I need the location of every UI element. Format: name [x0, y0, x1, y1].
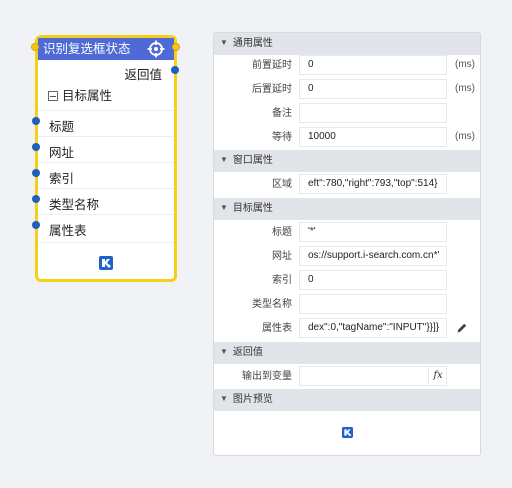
title-port[interactable] — [32, 117, 40, 125]
chevron-down-icon: ▼ — [220, 394, 228, 403]
property-panel: ▼ 通用属性 前置延时 0 (ms) 后置延时 0 (ms) 备注 等待 1000… — [213, 32, 481, 456]
section-return[interactable]: ▼ 返回值 — [214, 342, 480, 364]
output-flow-port[interactable] — [172, 43, 180, 51]
row-label: 类型名称 — [49, 198, 100, 212]
section-window[interactable]: ▼ 窗口属性 — [214, 150, 480, 172]
attr-table-port[interactable] — [32, 221, 40, 229]
node-header[interactable]: 识别复选框状态 — [38, 38, 174, 60]
pre-delay-unit: (ms) — [455, 59, 475, 70]
section-title: 窗口属性 — [232, 155, 273, 166]
minus-box-icon[interactable] — [48, 91, 58, 101]
title-input[interactable]: '*' — [299, 222, 447, 242]
post-delay-unit: (ms) — [455, 83, 475, 94]
index-label: 索引 — [272, 275, 292, 286]
node-row-url[interactable]: 网址 — [38, 136, 174, 162]
type-name-label: 类型名称 — [252, 299, 292, 310]
section-title: 通用属性 — [232, 38, 273, 49]
note-label: 备注 — [272, 108, 292, 119]
url-label: 网址 — [272, 251, 292, 262]
app-logo-icon — [99, 256, 113, 270]
wait-input[interactable]: 10000 — [299, 127, 447, 147]
region-input[interactable]: eft":780,"right":793,"top":514} — [299, 174, 447, 194]
app-logo-icon — [342, 427, 353, 438]
url-input[interactable]: os://support.i-search.com.cn*' — [299, 246, 447, 266]
row-label: 网址 — [49, 146, 75, 160]
return-value-port[interactable] — [171, 66, 179, 74]
return-value-label: 返回值 — [124, 68, 162, 82]
chevron-down-icon: ▼ — [220, 203, 228, 212]
row-label: 索引 — [49, 172, 75, 186]
section-preview[interactable]: ▼ 图片预览 — [214, 389, 480, 411]
wait-unit: (ms) — [455, 131, 475, 142]
output-var-label: 输出到变量 — [242, 371, 292, 382]
target-icon[interactable] — [147, 40, 165, 58]
post-delay-label: 后置延时 — [252, 84, 292, 95]
node-row-attr-table[interactable]: 属性表 — [38, 214, 174, 240]
attr-table-label: 属性表 — [262, 323, 292, 334]
target-group-label: 目标属性 — [62, 89, 113, 103]
node-row-type-name[interactable]: 类型名称 — [38, 188, 174, 214]
node-footer — [38, 242, 174, 282]
node-title: 识别复选框状态 — [43, 42, 131, 56]
type-name-input[interactable] — [299, 294, 447, 314]
fx-icon[interactable]: fx — [428, 366, 447, 386]
title-label: 标题 — [272, 227, 292, 238]
pencil-icon[interactable] — [456, 322, 468, 334]
node-row-title[interactable]: 标题 — [38, 110, 174, 136]
target-group-toggle[interactable]: 目标属性 — [48, 88, 112, 104]
pre-delay-input[interactable]: 0 — [299, 55, 447, 75]
chevron-down-icon: ▼ — [220, 38, 228, 47]
checkbox-state-node[interactable]: 识别复选框状态 返回值 目标属性 标题 网址 索引 类型名称 属性表 — [35, 35, 177, 282]
output-var-input[interactable] — [299, 366, 447, 386]
row-label: 标题 — [49, 120, 75, 134]
section-target[interactable]: ▼ 目标属性 — [214, 198, 480, 220]
attr-table-input[interactable]: dex":0,"tagName":"INPUT"}}]} — [299, 318, 447, 338]
index-input[interactable]: 0 — [299, 270, 447, 290]
type-name-port[interactable] — [32, 195, 40, 203]
row-label: 属性表 — [49, 224, 87, 238]
pre-delay-label: 前置延时 — [252, 60, 292, 71]
chevron-down-icon: ▼ — [220, 347, 228, 356]
section-general[interactable]: ▼ 通用属性 — [214, 33, 480, 55]
wait-label: 等待 — [272, 132, 292, 143]
section-title: 图片预览 — [232, 394, 273, 405]
chevron-down-icon: ▼ — [220, 155, 228, 164]
post-delay-input[interactable]: 0 — [299, 79, 447, 99]
note-input[interactable] — [299, 103, 447, 123]
region-label: 区域 — [272, 179, 292, 190]
node-row-index[interactable]: 索引 — [38, 162, 174, 188]
section-title: 返回值 — [232, 347, 263, 358]
input-flow-port[interactable] — [31, 43, 39, 51]
index-port[interactable] — [32, 169, 40, 177]
section-title: 目标属性 — [232, 203, 273, 214]
url-port[interactable] — [32, 143, 40, 151]
